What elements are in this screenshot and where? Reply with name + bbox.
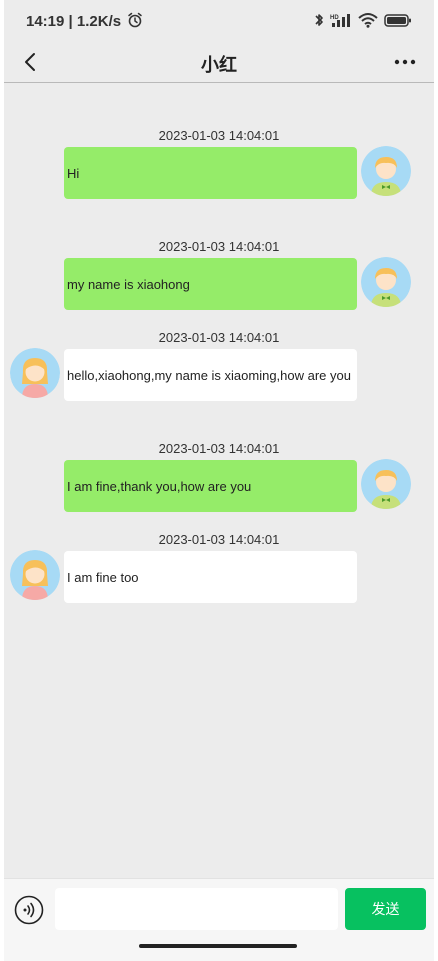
sent-message-bubble[interactable]: my name is xiaohong bbox=[64, 258, 357, 310]
battery-icon bbox=[384, 14, 411, 27]
status-speed: 1.2K/s bbox=[76, 13, 122, 30]
nav-bar: 小红 bbox=[4, 42, 434, 83]
bluetooth-icon bbox=[315, 14, 323, 26]
girl-avatar[interactable] bbox=[10, 550, 60, 600]
message-timestamp: 2023-01-03 14:04:01 bbox=[158, 330, 280, 345]
input-bar: 发送 bbox=[4, 878, 434, 961]
boy-avatar[interactable] bbox=[361, 459, 411, 509]
home-indicator[interactable] bbox=[139, 944, 297, 948]
send-button[interactable]: 发送 bbox=[345, 888, 426, 930]
sent-message-bubble[interactable]: I am fine,thank you,how are you bbox=[64, 460, 357, 512]
phone-screen: 14:19 | 1.2K/s HD 小红 2023-01-03 14:04:01… bbox=[4, 0, 434, 961]
chat-title: 小红 bbox=[201, 55, 237, 75]
boy-avatar-icon bbox=[361, 257, 411, 307]
girl-avatar[interactable] bbox=[10, 348, 60, 398]
message-timestamp: 2023-01-03 14:04:01 bbox=[158, 239, 280, 254]
status-separator: | bbox=[68, 13, 77, 30]
boy-avatar[interactable] bbox=[361, 146, 411, 196]
sent-message-bubble[interactable]: Hi bbox=[64, 147, 357, 199]
boy-avatar-icon bbox=[361, 146, 411, 196]
status-icons: HD bbox=[314, 12, 412, 28]
more-icon bbox=[394, 59, 416, 65]
status-time-block: 14:19 | 1.2K/s bbox=[26, 12, 143, 30]
received-message-bubble[interactable]: I am fine too bbox=[64, 551, 357, 603]
more-button[interactable] bbox=[390, 48, 420, 76]
girl-avatar-icon bbox=[10, 550, 60, 600]
wifi-icon bbox=[358, 13, 378, 28]
message-timestamp: 2023-01-03 14:04:01 bbox=[158, 128, 280, 143]
boy-avatar[interactable] bbox=[361, 257, 411, 307]
received-message-bubble[interactable]: hello,xiaohong,my name is xiaoming,how a… bbox=[64, 349, 357, 401]
status-bar: 14:19 | 1.2K/s HD bbox=[4, 0, 434, 42]
message-timestamp: 2023-01-03 14:04:01 bbox=[158, 441, 280, 456]
alarm-icon bbox=[128, 12, 143, 28]
status-time: 14:19 bbox=[26, 13, 65, 30]
chat-area[interactable]: 2023-01-03 14:04:01 Hi 2023-01-03 14:04:… bbox=[4, 83, 434, 878]
message-input[interactable] bbox=[55, 888, 338, 930]
girl-avatar-icon bbox=[10, 348, 60, 398]
voice-button[interactable] bbox=[14, 895, 44, 925]
boy-avatar-icon bbox=[361, 459, 411, 509]
signal-icon: HD bbox=[330, 14, 350, 27]
message-timestamp: 2023-01-03 14:04:01 bbox=[158, 532, 280, 547]
voice-icon bbox=[14, 895, 44, 925]
